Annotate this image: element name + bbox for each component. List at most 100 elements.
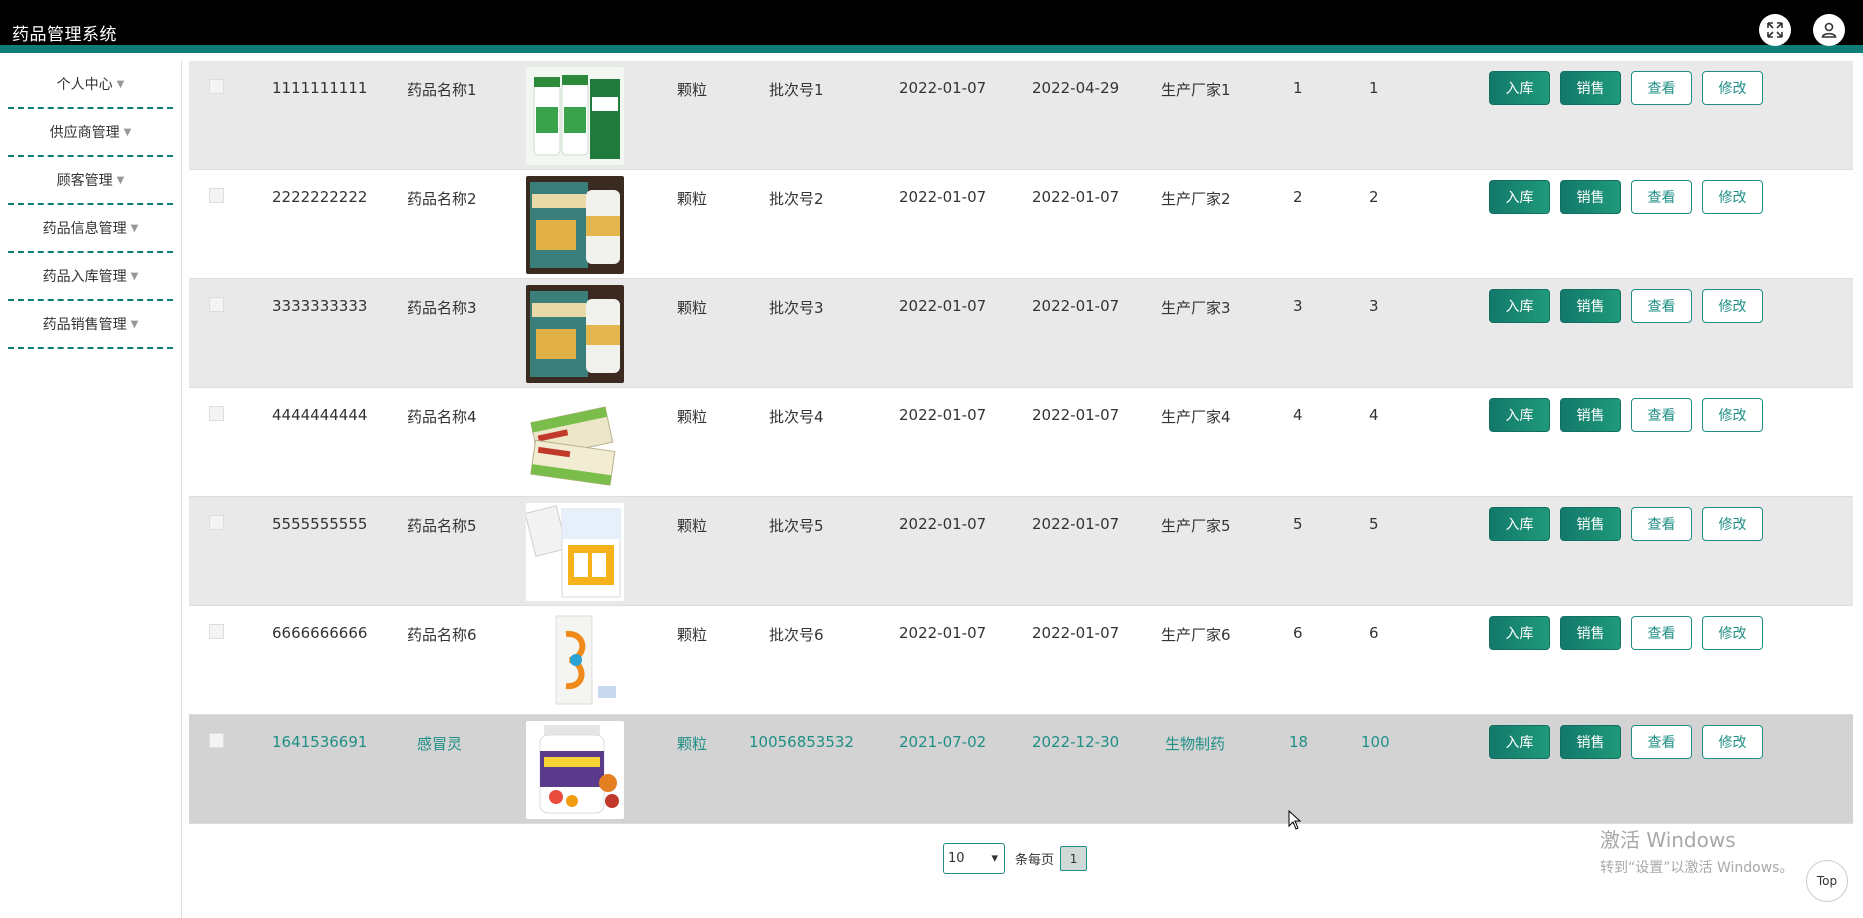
batch-number: 批次号5	[769, 517, 824, 535]
user-button[interactable]	[1813, 14, 1845, 46]
row-checkbox[interactable]	[209, 79, 224, 94]
expiry-date: 2022-01-07	[1032, 515, 1120, 533]
caret-down-icon: ▼	[130, 318, 139, 330]
sell-button[interactable]: 销售	[1560, 71, 1621, 105]
drug-name: 药品名称4	[407, 408, 477, 426]
view-button[interactable]: 查看	[1631, 180, 1692, 214]
stock-in-button[interactable]: 入库	[1489, 289, 1550, 323]
sidebar-item-drug-stock-in[interactable]: 药品入库管理 ▼	[8, 253, 173, 301]
header-accent-bar	[0, 45, 1863, 53]
view-button[interactable]: 查看	[1631, 398, 1692, 432]
drug-form: 颗粒	[677, 190, 708, 208]
sell-button[interactable]: 销售	[1560, 616, 1621, 650]
drug-code: 5555555555	[272, 515, 368, 533]
sidebar: 个人中心 ▼ 供应商管理 ▼ 顾客管理 ▼ 药品信息管理 ▼ 药品入库管理 ▼ …	[0, 61, 182, 918]
drug-form: 颗粒	[677, 735, 708, 753]
top-header: 药品管理系统	[0, 0, 1863, 53]
quantity-2: 3	[1369, 297, 1379, 315]
batch-number: 批次号1	[769, 81, 824, 99]
quantity-2: 100	[1361, 733, 1390, 751]
page-number-button[interactable]: 1	[1060, 846, 1088, 871]
edit-button[interactable]: 修改	[1702, 507, 1763, 541]
stock-in-button[interactable]: 入库	[1489, 180, 1550, 214]
back-to-top-button[interactable]: Top	[1806, 860, 1848, 902]
view-button[interactable]: 查看	[1631, 289, 1692, 323]
manufacturer: 生产厂家3	[1161, 299, 1231, 317]
stock-in-button[interactable]: 入库	[1489, 507, 1550, 541]
quantity-1: 2	[1293, 188, 1303, 206]
view-button[interactable]: 查看	[1631, 71, 1692, 105]
windows-activation-watermark: 激活 Windows 转到“设置”以激活 Windows。	[1600, 824, 1793, 877]
quantity-2: 1	[1369, 79, 1379, 97]
table-row: 1641536691 感冒灵 颗粒 10056853532 2021-07-02…	[189, 715, 1853, 824]
edit-button[interactable]: 修改	[1702, 180, 1763, 214]
edit-button[interactable]: 修改	[1702, 289, 1763, 323]
sell-button[interactable]: 销售	[1560, 507, 1621, 541]
sell-button[interactable]: 销售	[1560, 180, 1621, 214]
quantity-2: 6	[1369, 624, 1379, 642]
edit-button[interactable]: 修改	[1702, 398, 1763, 432]
expiry-date: 2022-04-29	[1032, 79, 1120, 97]
drug-image	[526, 285, 624, 383]
drug-image	[526, 503, 624, 601]
quantity-2: 5	[1369, 515, 1379, 533]
table-row: 6666666666 药品名称6 颗粒 批次号6 2022-01-07 2022…	[189, 606, 1853, 715]
quantity-1: 3	[1293, 297, 1303, 315]
edit-button[interactable]: 修改	[1702, 71, 1763, 105]
stock-in-button[interactable]: 入库	[1489, 616, 1550, 650]
sidebar-item-personal-center[interactable]: 个人中心 ▼	[8, 61, 173, 109]
row-checkbox[interactable]	[209, 406, 224, 421]
sidebar-item-supplier[interactable]: 供应商管理 ▼	[8, 109, 173, 157]
watermark-subtitle: 转到“设置”以激活 Windows。	[1600, 860, 1794, 876]
expiry-date: 2022-12-30	[1032, 733, 1120, 751]
edit-button[interactable]: 修改	[1702, 616, 1763, 650]
batch-number: 批次号4	[769, 408, 824, 426]
drug-code: 6666666666	[272, 624, 368, 642]
production-date: 2021-07-02	[899, 733, 987, 751]
production-date: 2022-01-07	[899, 624, 987, 642]
sell-button[interactable]: 销售	[1560, 725, 1621, 759]
view-button[interactable]: 查看	[1631, 616, 1692, 650]
sidebar-item-label: 供应商管理	[49, 125, 120, 141]
row-checkbox[interactable]	[209, 515, 224, 530]
production-date: 2022-01-07	[899, 79, 987, 97]
app-title: 药品管理系统	[12, 25, 117, 45]
stock-in-button[interactable]: 入库	[1489, 71, 1550, 105]
stock-in-button[interactable]: 入库	[1489, 398, 1550, 432]
sidebar-item-label: 药品销售管理	[42, 317, 127, 333]
fullscreen-button[interactable]	[1759, 14, 1791, 46]
manufacturer: 生产厂家6	[1161, 626, 1231, 644]
sell-button[interactable]: 销售	[1560, 398, 1621, 432]
view-button[interactable]: 查看	[1631, 507, 1692, 541]
page-size-select[interactable]: 10 ▾	[943, 843, 1005, 874]
row-checkbox[interactable]	[209, 297, 224, 312]
fullscreen-icon	[1767, 22, 1783, 38]
drug-form: 颗粒	[677, 626, 708, 644]
stock-in-button[interactable]: 入库	[1489, 725, 1550, 759]
view-button[interactable]: 查看	[1631, 725, 1692, 759]
manufacturer: 生产厂家5	[1161, 517, 1231, 535]
production-date: 2022-01-07	[899, 515, 987, 533]
drug-name: 药品名称5	[407, 517, 477, 535]
manufacturer: 生产厂家2	[1161, 190, 1231, 208]
sidebar-item-drug-sales[interactable]: 药品销售管理 ▼	[8, 301, 173, 349]
sidebar-item-customer[interactable]: 顾客管理 ▼	[8, 157, 173, 205]
sidebar-item-drug-info[interactable]: 药品信息管理 ▼	[8, 205, 173, 253]
drug-code: 2222222222	[272, 188, 368, 206]
row-checkbox[interactable]	[209, 624, 224, 639]
table-row: 4444444444 药品名称4 颗粒 批次号4 2022-01-07 2022…	[189, 388, 1853, 497]
drug-image	[526, 67, 624, 165]
edit-button[interactable]: 修改	[1702, 725, 1763, 759]
drug-name: 药品名称3	[407, 299, 477, 317]
sell-button[interactable]: 销售	[1560, 289, 1621, 323]
batch-number: 批次号2	[769, 190, 824, 208]
row-checkbox[interactable]	[209, 188, 224, 203]
watermark-title: 激活 Windows	[1600, 828, 1736, 852]
caret-down-icon: ▼	[130, 222, 139, 234]
expiry-date: 2022-01-07	[1032, 406, 1120, 424]
drug-code: 1641536691	[272, 733, 368, 751]
table-row: 1111111111 药品名称1 颗粒 批次号1 2022-01-07 2022…	[189, 61, 1853, 170]
table-row: 5555555555 药品名称5 颗粒 批次号5 2022-01-07 2022…	[189, 497, 1853, 606]
row-checkbox[interactable]	[209, 733, 224, 748]
pagination: 10 ▾ 条每页 1	[943, 843, 1088, 874]
